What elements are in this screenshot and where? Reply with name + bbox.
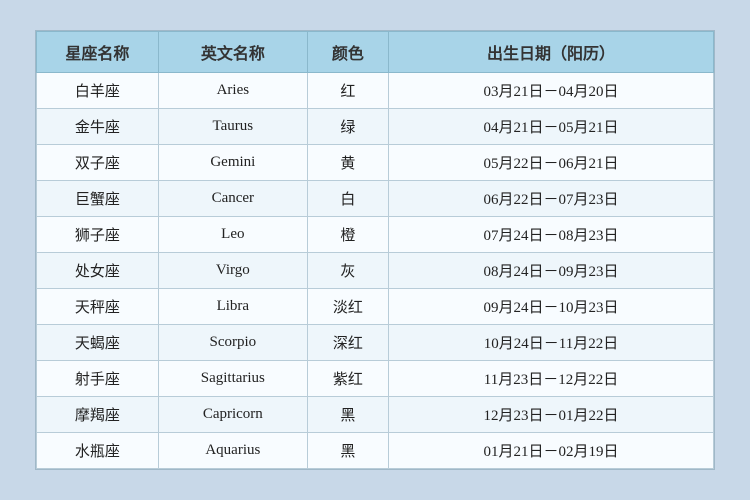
- cell-color: 淡红: [307, 289, 388, 325]
- cell-chinese: 天秤座: [37, 289, 159, 325]
- table-body: 白羊座Aries红03月21日－04月20日金牛座Taurus绿04月21日－0…: [37, 73, 714, 469]
- table-row: 巨蟹座Cancer白06月22日－07月23日: [37, 181, 714, 217]
- cell-color: 黄: [307, 145, 388, 181]
- table-row: 双子座Gemini黄05月22日－06月21日: [37, 145, 714, 181]
- cell-english: Scorpio: [158, 325, 307, 361]
- cell-english: Taurus: [158, 109, 307, 145]
- cell-chinese: 射手座: [37, 361, 159, 397]
- cell-english: Cancer: [158, 181, 307, 217]
- cell-date: 12月23日－01月22日: [389, 397, 714, 433]
- cell-chinese: 狮子座: [37, 217, 159, 253]
- cell-date: 04月21日－05月21日: [389, 109, 714, 145]
- cell-chinese: 天蝎座: [37, 325, 159, 361]
- cell-english: Virgo: [158, 253, 307, 289]
- header-date: 出生日期（阳历）: [389, 32, 714, 73]
- cell-color: 紫红: [307, 361, 388, 397]
- cell-chinese: 金牛座: [37, 109, 159, 145]
- table-row: 白羊座Aries红03月21日－04月20日: [37, 73, 714, 109]
- header-color: 颜色: [307, 32, 388, 73]
- cell-english: Sagittarius: [158, 361, 307, 397]
- cell-chinese: 巨蟹座: [37, 181, 159, 217]
- table-row: 狮子座Leo橙07月24日－08月23日: [37, 217, 714, 253]
- table-row: 天秤座Libra淡红09月24日－10月23日: [37, 289, 714, 325]
- cell-date: 10月24日－11月22日: [389, 325, 714, 361]
- cell-english: Capricorn: [158, 397, 307, 433]
- cell-color: 橙: [307, 217, 388, 253]
- cell-chinese: 双子座: [37, 145, 159, 181]
- table-row: 金牛座Taurus绿04月21日－05月21日: [37, 109, 714, 145]
- cell-color: 深红: [307, 325, 388, 361]
- table-row: 处女座Virgo灰08月24日－09月23日: [37, 253, 714, 289]
- cell-english: Libra: [158, 289, 307, 325]
- cell-chinese: 摩羯座: [37, 397, 159, 433]
- table-row: 水瓶座Aquarius黑01月21日－02月19日: [37, 433, 714, 469]
- cell-color: 绿: [307, 109, 388, 145]
- cell-date: 11月23日－12月22日: [389, 361, 714, 397]
- cell-date: 06月22日－07月23日: [389, 181, 714, 217]
- cell-date: 01月21日－02月19日: [389, 433, 714, 469]
- cell-english: Aries: [158, 73, 307, 109]
- cell-date: 09月24日－10月23日: [389, 289, 714, 325]
- zodiac-table: 星座名称 英文名称 颜色 出生日期（阳历） 白羊座Aries红03月21日－04…: [36, 31, 714, 469]
- cell-color: 黑: [307, 397, 388, 433]
- zodiac-table-container: 星座名称 英文名称 颜色 出生日期（阳历） 白羊座Aries红03月21日－04…: [35, 30, 715, 470]
- cell-date: 07月24日－08月23日: [389, 217, 714, 253]
- cell-english: Gemini: [158, 145, 307, 181]
- cell-date: 03月21日－04月20日: [389, 73, 714, 109]
- cell-chinese: 处女座: [37, 253, 159, 289]
- cell-chinese: 水瓶座: [37, 433, 159, 469]
- header-english: 英文名称: [158, 32, 307, 73]
- cell-chinese: 白羊座: [37, 73, 159, 109]
- cell-color: 灰: [307, 253, 388, 289]
- table-row: 摩羯座Capricorn黑12月23日－01月22日: [37, 397, 714, 433]
- header-chinese: 星座名称: [37, 32, 159, 73]
- cell-english: Leo: [158, 217, 307, 253]
- cell-date: 08月24日－09月23日: [389, 253, 714, 289]
- table-header-row: 星座名称 英文名称 颜色 出生日期（阳历）: [37, 32, 714, 73]
- table-row: 射手座Sagittarius紫红11月23日－12月22日: [37, 361, 714, 397]
- cell-date: 05月22日－06月21日: [389, 145, 714, 181]
- cell-color: 白: [307, 181, 388, 217]
- cell-english: Aquarius: [158, 433, 307, 469]
- table-row: 天蝎座Scorpio深红10月24日－11月22日: [37, 325, 714, 361]
- cell-color: 黑: [307, 433, 388, 469]
- cell-color: 红: [307, 73, 388, 109]
